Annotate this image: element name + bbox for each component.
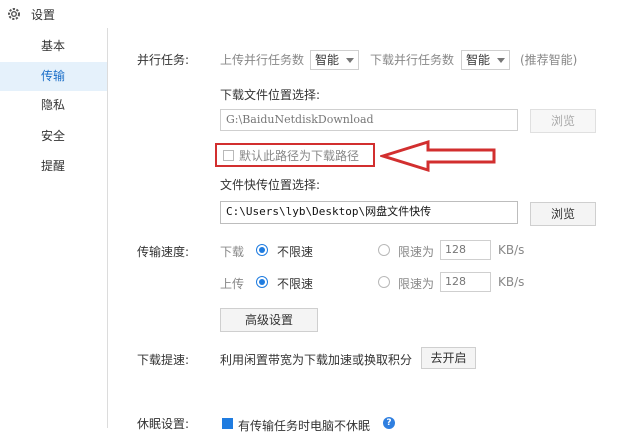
sidebar-item-transfer[interactable]: 传输 xyxy=(0,62,107,91)
sidebar-item-privacy[interactable]: 隐私 xyxy=(0,91,107,120)
upload-limit-radio[interactable] xyxy=(378,276,390,288)
upload-unlimited-label: 不限速 xyxy=(277,277,314,291)
sidebar-item-security[interactable]: 安全 xyxy=(0,122,107,151)
upload-parallel-label: 上传并行任务数 xyxy=(220,53,305,67)
quick-upload-browse-button[interactable]: 浏览 xyxy=(530,202,596,226)
sidebar-item-reminder[interactable]: 提醒 xyxy=(0,152,107,181)
upload-unlimited-radio[interactable] xyxy=(256,276,268,288)
no-sleep-checkbox[interactable] xyxy=(222,418,233,429)
download-unlimited-label: 不限速 xyxy=(277,245,314,259)
download-parallel-select[interactable]: 智能 xyxy=(461,50,510,70)
quick-upload-location-label: 文件快传位置选择: xyxy=(220,178,321,192)
upload-limit-unit: KB/s xyxy=(498,275,525,289)
download-path-input[interactable]: G:\BaiduNetdiskDownload xyxy=(220,109,518,131)
download-browse-button[interactable]: 浏览 xyxy=(530,109,596,133)
boost-description: 利用闲置带宽为下载加速或换取积分 xyxy=(220,353,413,367)
no-sleep-label: 有传输任务时电脑不休眠 xyxy=(238,419,371,433)
gear-icon xyxy=(8,8,20,20)
parallel-section-label: 并行任务: xyxy=(137,53,190,67)
title-bar: 设置 xyxy=(0,0,620,28)
quick-upload-path-input[interactable]: C:\Users\lyb\Desktop\网盘文件快传 xyxy=(220,201,518,224)
sleep-section-label: 休眠设置: xyxy=(137,417,190,431)
chevron-down-icon xyxy=(497,58,505,63)
upload-parallel-value: 智能 xyxy=(315,53,340,67)
sidebar-item-basic[interactable]: 基本 xyxy=(0,32,107,61)
download-location-label: 下载文件位置选择: xyxy=(220,88,321,102)
chevron-down-icon xyxy=(346,58,354,63)
annotation-arrow-icon xyxy=(380,139,496,173)
window-title: 设置 xyxy=(31,8,56,22)
download-speed-label: 下载 xyxy=(220,245,245,259)
download-limit-unit: KB/s xyxy=(498,243,525,257)
upload-parallel-select[interactable]: 智能 xyxy=(310,50,359,70)
boost-section-label: 下载提速: xyxy=(137,353,190,367)
speed-section-label: 传输速度: xyxy=(137,245,190,259)
download-parallel-label: 下载并行任务数 xyxy=(370,53,455,67)
boost-enable-button[interactable]: 去开启 xyxy=(421,347,476,369)
annotation-highlight-box xyxy=(215,143,375,167)
download-limit-label: 限速为 xyxy=(398,245,435,259)
download-unlimited-radio[interactable] xyxy=(256,244,268,256)
download-parallel-value: 智能 xyxy=(466,53,491,67)
upload-limit-input[interactable]: 128 xyxy=(440,272,491,292)
help-icon[interactable]: ? xyxy=(383,417,395,429)
download-limit-radio[interactable] xyxy=(378,244,390,256)
download-limit-input[interactable]: 128 xyxy=(440,240,491,260)
upload-speed-label: 上传 xyxy=(220,277,245,291)
sidebar: 基本 传输 隐私 安全 提醒 xyxy=(0,28,108,428)
advanced-settings-button[interactable]: 高级设置 xyxy=(220,308,318,332)
parallel-hint: (推荐智能) xyxy=(520,53,578,67)
upload-limit-label: 限速为 xyxy=(398,277,435,291)
